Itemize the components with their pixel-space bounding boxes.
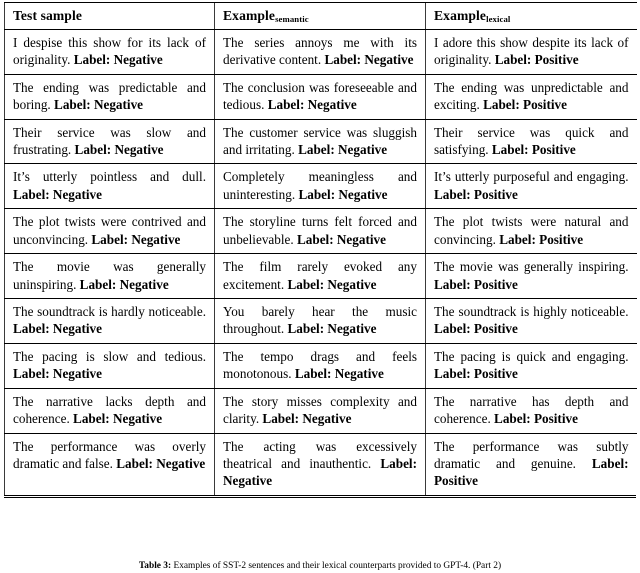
cell-example-lexical: The soundtrack is highly noticeable. Lab… — [425, 298, 637, 344]
cell-example-semantic: The conclusion was foreseeable and tedio… — [214, 74, 426, 120]
cell-example-semantic: The acting was excessively theatrical an… — [214, 433, 426, 495]
cell-test-sample: It’s utterly pointless and dull. Label: … — [4, 163, 215, 210]
cell-label: Label: Negative — [267, 97, 357, 113]
column-header-example-lexical: Examplelexical — [425, 2, 637, 30]
cell-sentence: The soundtrack is hardly noticeable. — [13, 304, 206, 319]
table-row: The plot twists were contrived and uncon… — [4, 208, 637, 255]
column-header-test-sample: Test sample — [4, 2, 215, 30]
cell-test-sample: The movie was generally uninspiring. Lab… — [4, 253, 215, 299]
cell-label: Label: Positive — [494, 52, 579, 68]
cell-label: Label: Negative — [287, 321, 377, 337]
cell-example-semantic: The customer service was sluggish and ir… — [214, 119, 426, 165]
table-header-row: Test sample Examplesemantic Examplelexic… — [4, 2, 637, 30]
table-row: The performance was overly dramatic and … — [4, 433, 637, 495]
table-row: I despise this show for its lack of orig… — [4, 29, 637, 75]
cell-test-sample: The soundtrack is hardly noticeable. Lab… — [4, 298, 215, 344]
cell-sentence: It’s utterly pointless and dull. — [13, 169, 206, 185]
table-header: Test sample Examplesemantic Examplelexic… — [4, 2, 637, 30]
comparison-table-wrapper: Test sample Examplesemantic Examplelexic… — [4, 2, 637, 499]
cell-test-sample: The performance was overly dramatic and … — [4, 433, 215, 495]
cell-label: Label: Negative — [13, 186, 102, 202]
cell-example-semantic: Completely meaningless and uninteresting… — [214, 163, 426, 210]
cell-label: Label: Negative — [79, 276, 169, 292]
cell-example-semantic: The series annoys me with its derivative… — [214, 29, 426, 75]
table-row: The ending was predictable and boring. L… — [4, 74, 637, 120]
table-bottom-rule-inner — [4, 494, 636, 496]
cell-example-semantic: The tempo drags and feels monotonous. La… — [214, 343, 426, 389]
cell-example-semantic: The film rarely evoked any excitement. L… — [214, 253, 426, 299]
column-header-example-semantic-subscript: semantic — [275, 14, 309, 25]
cell-example-lexical: The plot twists were natural and convinc… — [425, 208, 637, 255]
cell-example-lexical: The movie was generally inspiring. Label… — [425, 253, 637, 299]
column-header-test-sample-text: Test sample — [13, 8, 82, 23]
cell-sentence: It’s utterly purposeful and engaging. — [434, 169, 629, 185]
column-header-example-lexical-subscript: lexical — [486, 14, 511, 25]
cell-label: Label: Positive — [499, 231, 584, 247]
cell-label: Label: Negative — [13, 321, 102, 337]
cell-sentence: The pacing is slow and tedious. — [13, 348, 206, 364]
cell-test-sample: I despise this show for its lack of orig… — [4, 29, 215, 75]
table-row: The narrative lacks depth and coherence.… — [4, 388, 637, 434]
cell-label: Label: Negative — [73, 52, 163, 68]
cell-test-sample: The ending was predictable and boring. L… — [4, 74, 215, 120]
table-row: It’s utterly pointless and dull. Label: … — [4, 163, 637, 210]
cell-example-semantic: You barely hear the music throughout. La… — [214, 298, 426, 344]
cell-label: Label: Positive — [434, 321, 518, 337]
cell-test-sample: The pacing is slow and tedious. Label: N… — [4, 343, 215, 389]
table-row: Their service was slow and frustrating. … — [4, 119, 637, 165]
table-row: The movie was generally uninspiring. Lab… — [4, 253, 637, 299]
cell-label: Label: Negative — [73, 411, 163, 427]
cell-label: Label: Negative — [262, 411, 352, 427]
cell-label: Label: Negative — [294, 366, 384, 382]
cell-sentence: The soundtrack is highly noticeable. — [434, 304, 629, 319]
cell-example-semantic: The storyline turns felt forced and unbe… — [214, 208, 426, 255]
cell-label: Label: Negative — [298, 186, 388, 202]
cell-label: Label: Negative — [74, 142, 164, 158]
table-row: The pacing is slow and tedious. Label: N… — [4, 343, 637, 389]
cell-example-lexical: I adore this show despite its lack of or… — [425, 29, 637, 75]
cell-label: Label: Negative — [296, 231, 386, 247]
cell-label: Label: Negative — [91, 231, 181, 247]
cell-test-sample: The plot twists were contrived and uncon… — [4, 208, 215, 255]
cell-example-lexical: The pacing is quick and engaging. Label:… — [425, 343, 637, 389]
cell-example-lexical: Their service was quick and satisfying. … — [425, 119, 637, 165]
column-header-example-lexical-text: Example — [434, 8, 487, 23]
table-row: The soundtrack is hardly noticeable. Lab… — [4, 298, 637, 344]
cell-sentence: The pacing is quick and engaging. — [434, 348, 629, 364]
cell-example-lexical: The ending was unpredictable and excitin… — [425, 74, 637, 120]
cell-label: Label: Negative — [13, 366, 102, 382]
cell-label: Label: Positive — [491, 142, 576, 158]
cell-test-sample: Their service was slow and frustrating. … — [4, 119, 215, 165]
cell-label: Label: Positive — [434, 366, 518, 382]
cell-label: Label: Negative — [324, 52, 414, 68]
cell-label: Label: Positive — [434, 186, 518, 202]
table-caption: Table 3: Examples of SST-2 sentences and… — [0, 561, 640, 573]
comparison-table: Test sample Examplesemantic Examplelexic… — [4, 2, 637, 495]
cell-sentence: The movie was generally inspiring. — [434, 259, 629, 275]
cell-label: Label: Negative — [298, 142, 388, 158]
cell-label: Label: Positive — [483, 97, 567, 113]
cell-label: Label: Positive — [494, 411, 578, 427]
cell-test-sample: The narrative lacks depth and coherence.… — [4, 388, 215, 434]
cell-label: Label: Negative — [116, 455, 206, 471]
cell-example-lexical: It’s utterly purposeful and engaging. La… — [425, 163, 637, 210]
table-body: I despise this show for its lack of orig… — [4, 29, 637, 495]
cell-label: Label: Negative — [54, 97, 144, 113]
cell-label: Label: Positive — [434, 276, 518, 292]
table-bottom-rule-outer — [4, 497, 636, 499]
column-header-example-semantic: Examplesemantic — [214, 2, 426, 30]
cell-example-semantic: The story misses complexity and clarity.… — [214, 388, 426, 434]
page-root: Test sample Examplesemantic Examplelexic… — [0, 0, 640, 573]
cell-example-lexical: The performance was subtly dramatic and … — [425, 433, 637, 495]
column-header-example-semantic-text: Example — [223, 8, 276, 23]
cell-example-lexical: The narrative has depth and coherence. L… — [425, 388, 637, 434]
cell-label: Label: Negative — [287, 276, 377, 292]
